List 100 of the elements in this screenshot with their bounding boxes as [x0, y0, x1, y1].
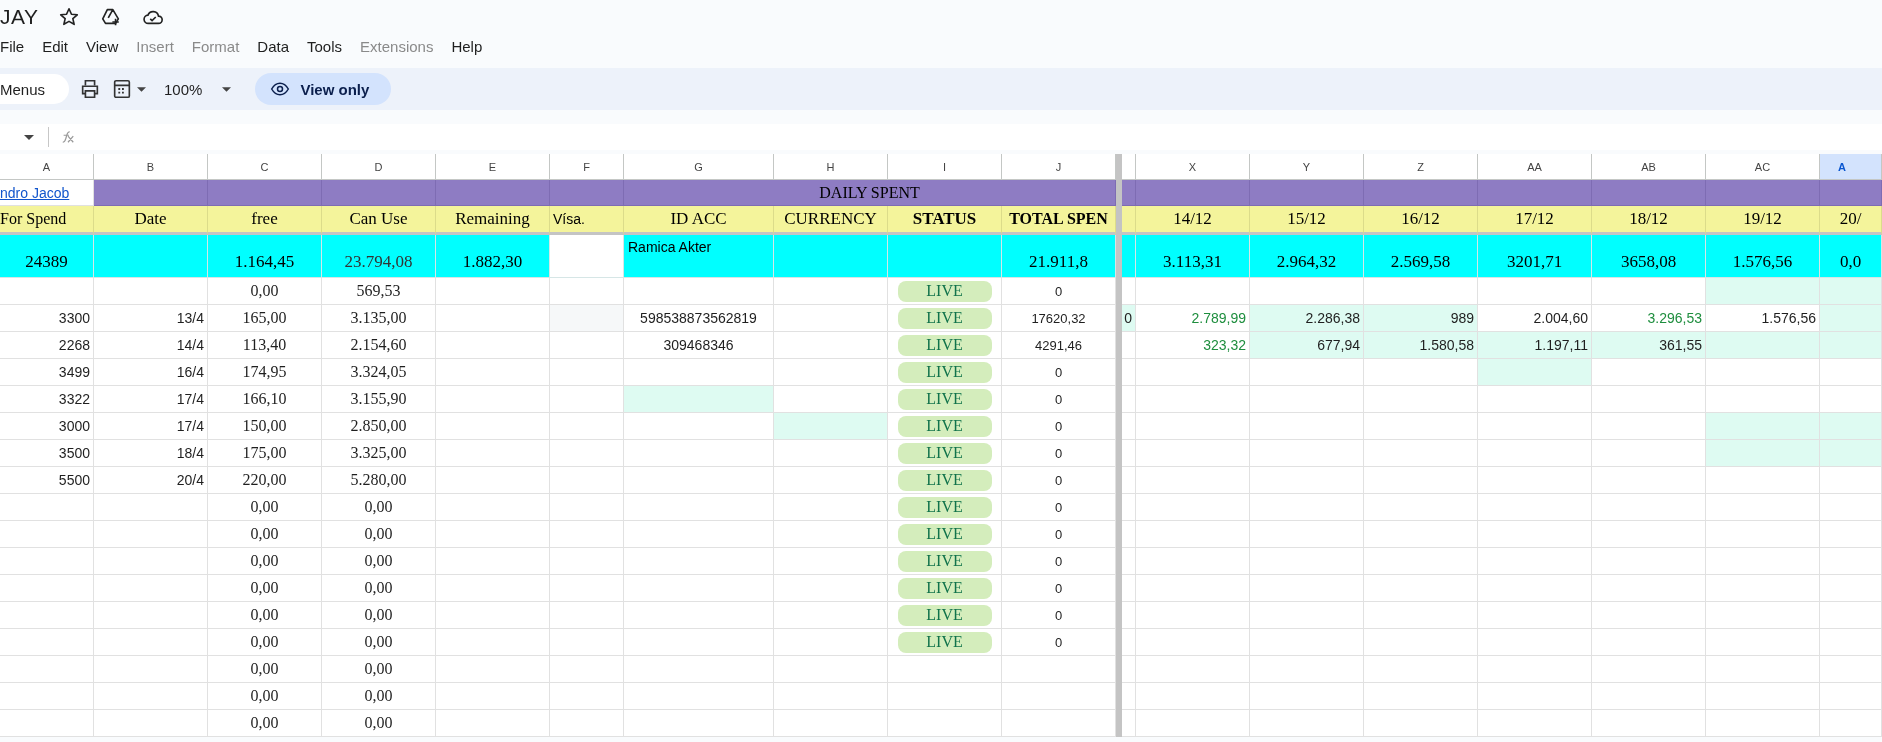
menu-item[interactable]: Edit [33, 37, 78, 55]
status-chip[interactable]: LIVE [897, 523, 992, 545]
column-header[interactable]: AA [1478, 154, 1592, 180]
table-cell: Ramica Akter [624, 235, 774, 278]
table-cell: 3201,71 [1478, 235, 1592, 278]
calculator-button[interactable] [111, 78, 147, 100]
column-header[interactable]: F [550, 154, 624, 180]
table-cell: 5.280,00 [322, 467, 436, 494]
status-chip[interactable]: LIVE [897, 604, 992, 626]
status-chip[interactable]: LIVE [897, 307, 992, 329]
caret-icon [137, 86, 147, 92]
column-header[interactable]: Y [1250, 154, 1364, 180]
table-cell: 3.113,31 [1136, 235, 1250, 278]
table-cell: 0,00 [322, 494, 436, 521]
table-cell: 2268 [0, 332, 94, 359]
table-cell: 3.155,90 [322, 386, 436, 413]
status-chip[interactable]: LIVE [897, 361, 992, 383]
table-cell: 3500 [0, 440, 94, 467]
table-cell: For Spend [0, 206, 94, 235]
table-cell: 5500 [0, 467, 94, 494]
column-header[interactable]: AC [1706, 154, 1820, 180]
status-chip[interactable]: LIVE [897, 415, 992, 437]
status-chip[interactable]: LIVE [897, 631, 992, 653]
caret-icon[interactable] [24, 134, 34, 140]
table-cell: 0,00 [208, 548, 322, 575]
status-chip[interactable]: LIVE [897, 496, 992, 518]
table-cell: 24389 [0, 235, 94, 278]
column-header[interactable]: J [1002, 154, 1116, 180]
status-chip[interactable]: LIVE [897, 442, 992, 464]
menu-item[interactable]: File [0, 37, 34, 55]
column-header[interactable]: D [322, 154, 436, 180]
eye-icon [270, 79, 291, 99]
status-chip[interactable]: LIVE [897, 334, 992, 356]
table-cell [1820, 629, 1882, 656]
table-cell: 0,00 [208, 629, 322, 656]
menus-button[interactable]: Menus [0, 74, 70, 104]
menu-item[interactable]: Data [248, 37, 298, 55]
table-cell: 1.882,30 [436, 235, 550, 278]
status-chip[interactable]: LIVE [897, 577, 992, 599]
table-cell: 17/4 [94, 386, 208, 413]
banner-cell: DAILY SPENT [624, 180, 1116, 206]
view-only-button[interactable]: View only [255, 73, 392, 105]
table-cell: 150,00 [208, 413, 322, 440]
table-cell: 21.911,8 [1002, 235, 1116, 278]
table-cell: 20/ [1820, 206, 1882, 235]
document-title: JAY [0, 5, 39, 29]
table-cell: 598538873562819 [624, 305, 774, 332]
column-header[interactable]: E [436, 154, 550, 180]
table-cell: 0,00 [322, 683, 436, 710]
table-cell [1820, 602, 1882, 629]
table-cell: 2.569,58 [1364, 235, 1478, 278]
table-cell: 165,00 [208, 305, 322, 332]
zoom-dropdown[interactable]: 100% [156, 80, 240, 98]
table-cell [1820, 467, 1882, 494]
table-cell: 166,10 [208, 386, 322, 413]
star-icon[interactable] [58, 6, 81, 28]
table-cell: 0,00 [208, 278, 322, 305]
table-cell: 175,00 [208, 440, 322, 467]
table-cell: free [208, 206, 322, 235]
table-cell: 0,0 [1820, 235, 1882, 278]
table-cell: 0,00 [322, 575, 436, 602]
column-header[interactable]: G [624, 154, 774, 180]
table-cell [1820, 575, 1882, 602]
column-header[interactable]: Z [1364, 154, 1478, 180]
table-cell: 2.964,32 [1250, 235, 1364, 278]
table-cell: 174,95 [208, 359, 322, 386]
caret-icon [222, 86, 232, 92]
column-header[interactable]: AB [1592, 154, 1706, 180]
column-header[interactable]: A [1820, 154, 1882, 180]
column-header[interactable]: H [774, 154, 888, 180]
table-cell: 15/12 [1250, 206, 1364, 235]
table-cell: 0 [1122, 305, 1136, 332]
table-cell [1820, 359, 1882, 386]
column-header[interactable]: C [208, 154, 322, 180]
table-cell: 3.135,00 [322, 305, 436, 332]
column-header[interactable]: X [1136, 154, 1250, 180]
menu-item[interactable]: Tools [298, 37, 352, 55]
table-cell: 0,00 [208, 521, 322, 548]
table-cell: Date [94, 206, 208, 235]
table-cell: 2.850,00 [322, 413, 436, 440]
column-header[interactable]: I [888, 154, 1002, 180]
column-header[interactable]: B [94, 154, 208, 180]
column-header[interactable]: A [0, 154, 94, 180]
table-cell: 0,00 [322, 710, 436, 737]
table-cell: 0,00 [322, 656, 436, 683]
status-chip[interactable]: LIVE [897, 469, 992, 491]
menu-item[interactable]: View [77, 37, 128, 55]
status-chip[interactable]: LIVE [897, 550, 992, 572]
status-chip[interactable]: LIVE [897, 280, 992, 302]
status-chip[interactable]: LIVE [897, 388, 992, 410]
table-cell: 1.576,56 [1706, 235, 1820, 278]
table-cell: 17/4 [94, 413, 208, 440]
link[interactable]: ndro Jacob [0, 184, 70, 201]
table-cell: 1.164,45 [208, 235, 322, 278]
table-cell: 361,55 [1592, 332, 1706, 359]
table-cell: 3.325,00 [322, 440, 436, 467]
table-cell: 13/4 [94, 305, 208, 332]
menu-item[interactable]: Help [442, 37, 492, 55]
table-cell: 17/12 [1478, 206, 1592, 235]
table-cell: 3499 [0, 359, 94, 386]
